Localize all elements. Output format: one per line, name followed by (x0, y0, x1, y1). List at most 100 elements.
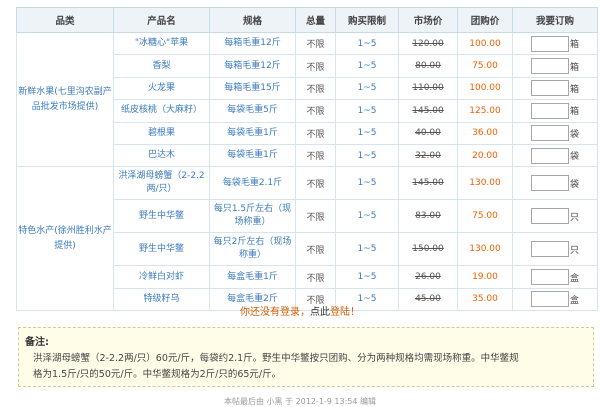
notes-line: 洪泽湖母螃蟹（2-2.2两/只）60元/斤，每袋约2.1斤。野生中华鳖按只团购、… (33, 353, 519, 364)
product-name-link[interactable]: 洪泽湖母螃蟹（2-2.2两/只） (113, 166, 210, 201)
group-price: 19.00 (457, 265, 513, 289)
product-limit: 1~5 (335, 166, 399, 201)
product-spec: 每盒毛重1斤 (209, 265, 296, 289)
quantity-input[interactable] (530, 208, 569, 225)
group-price: 36.00 (457, 121, 513, 145)
product-name-link[interactable]: 碧根果 (113, 121, 210, 145)
product-spec: 每袋毛重1斤 (209, 121, 296, 145)
product-name-link[interactable]: 冷鲜白对虾 (113, 265, 210, 289)
product-spec: 每只1.5斤左右（现场称重） (209, 199, 296, 234)
market-price: 83.00 (398, 199, 458, 234)
product-limit: 1~5 (335, 265, 399, 289)
order-cell: 箱 (512, 54, 598, 78)
group-price: 75.00 (457, 199, 513, 234)
group-buy-table: 品类 产品名 规格 总量 购买限制 市场价 团购价 我要订购 新鲜水果(七里沟农… (16, 7, 598, 312)
product-limit: 1~5 (335, 232, 399, 267)
product-total: 不限 (295, 143, 336, 168)
group-price: 130.00 (457, 166, 513, 201)
header-market-price: 市场价 (398, 7, 458, 33)
quantity-input[interactable] (530, 102, 569, 119)
quantity-input[interactable] (530, 147, 569, 164)
login-link[interactable]: 登陆 (330, 307, 350, 318)
order-cell: 袋 (512, 143, 598, 168)
quantity-input[interactable] (530, 80, 569, 97)
header-category: 品类 (16, 7, 114, 33)
product-limit: 1~5 (335, 121, 399, 145)
unit-label: 箱 (569, 107, 579, 118)
quantity-input[interactable] (530, 58, 569, 75)
login-prompt-text: 你还没有登录 (240, 307, 300, 318)
login-prompt-end: ！ (350, 307, 360, 318)
order-cell: 袋 (512, 121, 598, 145)
order-cell: 箱 (512, 99, 598, 123)
product-total: 不限 (295, 232, 336, 267)
product-total: 不限 (295, 265, 336, 289)
quantity-input[interactable] (530, 175, 569, 192)
header-order: 我要订购 (512, 7, 598, 33)
market-price: 145.00 (398, 166, 458, 201)
product-name-link[interactable]: 香梨 (113, 54, 210, 78)
product-name-link[interactable]: "冰糖心"苹果 (113, 31, 210, 56)
product-spec: 每箱毛重15斤 (209, 76, 296, 101)
product-spec: 每袋毛重5斤 (209, 99, 296, 123)
product-total: 不限 (295, 76, 336, 101)
unit-label: 盒 (569, 273, 579, 284)
order-cell: 盒 (512, 265, 598, 289)
notes-body: 洪泽湖母螃蟹（2-2.2两/只）60元/斤，每袋约2.1斤。野生中华鳖按只团购、… (25, 351, 587, 383)
quantity-input[interactable] (530, 269, 569, 286)
group-price: 130.00 (457, 232, 513, 267)
login-prompt-comma: ， (300, 307, 310, 318)
table-row: 特色水产(徐州胜利水产提供) 洪泽湖母螃蟹（2-2.2两/只） 每袋毛重2.1斤… (16, 166, 598, 312)
product-spec: 每箱毛重12斤 (209, 31, 296, 56)
market-price: 80.00 (398, 54, 458, 78)
product-limit: 1~5 (335, 76, 399, 101)
product-name-link[interactable]: 野生中华鳖 (113, 199, 210, 234)
category-cell: 特色水产(徐州胜利水产提供) (16, 166, 114, 312)
table-header-row: 品类 产品名 规格 总量 购买限制 市场价 团购价 我要订购 (16, 7, 598, 33)
unit-label: 只 (569, 212, 579, 223)
quantity-input[interactable] (530, 241, 569, 258)
unit-label: 箱 (569, 62, 579, 73)
unit-label: 箱 (569, 84, 579, 95)
product-name-link[interactable]: 纸皮核桃（大麻籽） (113, 99, 210, 123)
product-spec: 每袋毛重2.1斤 (209, 166, 296, 201)
unit-label: 袋 (569, 152, 579, 163)
order-cell: 只 (512, 232, 598, 267)
product-spec: 每袋毛重1斤 (209, 143, 296, 168)
header-group-price: 团购价 (457, 7, 513, 33)
header-total: 总量 (295, 7, 336, 33)
category-cell: 新鲜水果(七里沟农副产品批发市场提供) (16, 31, 114, 168)
order-cell: 只 (512, 199, 598, 234)
market-price: 32.00 (398, 143, 458, 168)
group-price: 125.00 (457, 99, 513, 123)
unit-label: 袋 (569, 179, 579, 190)
group-price: 100.00 (457, 31, 513, 56)
quantity-input[interactable] (530, 35, 569, 52)
login-prompt: 你还没有登录，点此登陆！ (0, 303, 600, 318)
market-price: 150.00 (398, 232, 458, 267)
product-name-link[interactable]: 野生中华鳖 (113, 232, 210, 267)
product-limit: 1~5 (335, 143, 399, 168)
product-limit: 1~5 (335, 31, 399, 56)
market-price: 110.00 (398, 76, 458, 101)
notes-line: 格为1.5斤/只的50元/斤。中华鳖规格为2斤/只的65元/斤。 (33, 369, 282, 380)
edit-footer: 本帖最后由 小黑 于 2012-1-9 13:54 编辑 (223, 397, 377, 406)
header-spec: 规格 (209, 7, 296, 33)
product-name-link[interactable]: 火龙果 (113, 76, 210, 101)
product-limit: 1~5 (335, 99, 399, 123)
order-cell: 袋 (512, 166, 598, 201)
order-cell: 箱 (512, 76, 598, 101)
product-total: 不限 (295, 121, 336, 145)
header-purchase-limit: 购买限制 (335, 7, 399, 33)
notes-title: 备注: (25, 337, 49, 348)
product-total: 不限 (295, 54, 336, 78)
product-limit: 1~5 (335, 54, 399, 78)
product-total: 不限 (295, 31, 336, 56)
notes-box: 备注: 洪泽湖母螃蟹（2-2.2两/只）60元/斤，每袋约2.1斤。野生中华鳖按… (18, 327, 594, 387)
table-row: 新鲜水果(七里沟农副产品批发市场提供) "冰糖心"苹果 每箱毛重12斤 不限 1… (16, 31, 598, 168)
order-cell: 箱 (512, 31, 598, 56)
login-prompt-action-prefix: 点此 (310, 307, 330, 318)
product-total: 不限 (295, 166, 336, 201)
product-name-link[interactable]: 巴达木 (113, 143, 210, 168)
quantity-input[interactable] (530, 125, 569, 142)
